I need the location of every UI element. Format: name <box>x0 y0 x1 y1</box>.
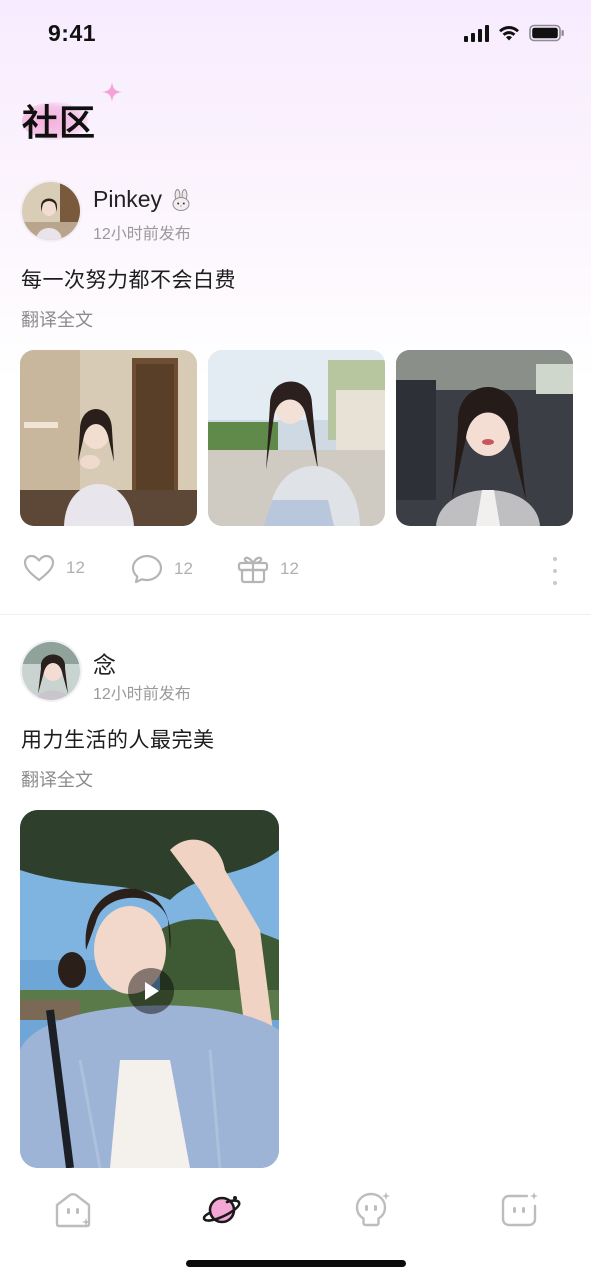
planet-icon <box>202 1196 241 1224</box>
play-icon <box>145 982 159 1000</box>
username-text: 念 <box>93 652 116 678</box>
post-photo[interactable] <box>208 350 385 526</box>
tab-bar <box>0 1172 591 1280</box>
bulb-icon <box>355 1192 390 1227</box>
community-screen: 9:41 社区 Pinkey 12小时前发布 每一次努力都不会白费 翻译全文 1… <box>0 0 591 1280</box>
home-indicator <box>186 1260 406 1267</box>
like-count: 12 <box>66 558 85 577</box>
comment-icon <box>131 554 163 584</box>
page-title: 社区 <box>22 82 132 152</box>
message-face-icon <box>501 1192 538 1227</box>
wifi-icon <box>499 25 519 41</box>
play-button[interactable] <box>128 968 174 1014</box>
more-options-icon[interactable] <box>551 557 559 585</box>
like-button[interactable]: 12 <box>22 553 85 583</box>
post-actions: 12 12 12 <box>0 553 591 593</box>
photo-grid <box>20 350 573 526</box>
post-photo[interactable] <box>20 350 197 526</box>
post-time: 12小时前发布 <box>93 226 191 243</box>
tab-community[interactable] <box>200 1188 244 1232</box>
page-title-text: 社区 <box>22 103 97 144</box>
avatar[interactable] <box>20 180 82 242</box>
comment-button[interactable]: 12 <box>130 553 193 585</box>
post-text: 用力生活的人最完美 <box>21 729 215 752</box>
tab-home[interactable] <box>51 1188 95 1232</box>
gift-icon <box>237 556 269 584</box>
post-photo[interactable] <box>396 350 573 526</box>
avatar[interactable] <box>20 640 82 702</box>
post-username[interactable]: 念 <box>93 646 116 680</box>
tab-discover[interactable] <box>349 1188 393 1232</box>
status-time: 9:41 <box>48 20 97 46</box>
gift-button[interactable]: 12 <box>236 553 299 585</box>
home-face-icon <box>55 1193 91 1228</box>
post-username[interactable]: Pinkey <box>93 186 192 213</box>
status-bar: 9:41 <box>0 0 591 68</box>
post-time: 12小时前发布 <box>93 686 191 703</box>
comment-count: 12 <box>174 559 193 578</box>
bunny-badge-icon <box>172 188 190 211</box>
translate-link[interactable]: 翻译全文 <box>21 306 93 332</box>
battery-icon <box>529 24 564 42</box>
translate-link[interactable]: 翻译全文 <box>21 766 93 792</box>
post-text: 每一次努力都不会白费 <box>21 269 236 292</box>
cellular-signal-icon <box>464 24 489 42</box>
gift-count: 12 <box>280 559 299 578</box>
post-video[interactable] <box>20 810 279 1168</box>
tab-messages[interactable] <box>497 1188 541 1232</box>
status-icons <box>464 24 565 42</box>
sparkle-icon <box>102 82 122 102</box>
username-text: Pinkey <box>93 186 163 212</box>
post-divider <box>0 614 591 615</box>
heart-icon <box>23 554 55 582</box>
